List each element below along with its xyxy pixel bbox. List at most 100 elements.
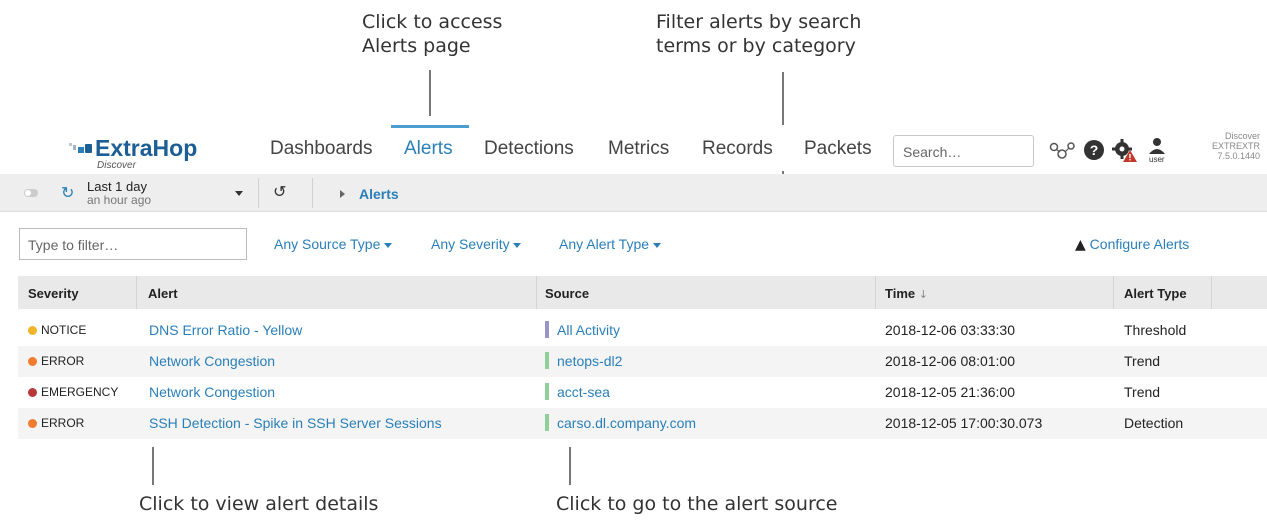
time-range-dropdown-icon[interactable] [235,191,243,196]
source-link[interactable]: carso.dl.company.com [557,415,696,431]
severity-cell: ERROR [28,354,84,368]
col-time-label: Time [885,286,916,301]
source-link[interactable]: All Activity [557,322,620,338]
col-alert[interactable]: Alert [148,286,178,301]
col-divider [1211,276,1212,309]
time-cell: 2018-12-06 08:01:00 [885,353,1015,369]
user-label: user [1149,155,1165,164]
col-time[interactable]: Time ↓ [885,286,928,301]
nav-alerts-active-indicator [391,125,469,128]
settings-gear-icon[interactable] [1110,137,1138,168]
col-divider [1113,276,1114,309]
severity-cell: EMERGENCY [28,385,118,399]
alert-type-filter[interactable]: Any Alert Type [559,236,661,252]
appliance-line1: Discover [1224,131,1260,141]
logo-mark-icon [69,141,93,162]
alert-type-filter-label: Any Alert Type [559,236,650,252]
chevron-down-icon [652,242,661,248]
time-cell: 2018-12-05 21:36:00 [885,384,1015,400]
breadcrumb-alerts[interactable]: Alerts [359,186,399,202]
callout-details-connector [152,447,154,485]
brand-logo[interactable]: ExtraHop Discover [65,135,215,171]
col-source[interactable]: Source [545,286,589,301]
source-link[interactable]: acct-sea [557,384,610,400]
source-color-marker [545,383,549,400]
callout-filter: Filter alerts by search terms or by cate… [656,10,861,58]
type-to-filter-input[interactable]: Type to filter… [19,228,247,260]
brand-name: ExtraHop [95,135,198,161]
nav-metrics[interactable]: Metrics [608,138,669,160]
alert-name-link[interactable]: Network Congestion [149,353,275,369]
nav-records[interactable]: Records [702,138,773,160]
warning-icon: ▲ [1075,237,1086,253]
refresh-icon[interactable]: ↻ [61,183,74,202]
callout-alerts-page: Click to access Alerts page [362,10,502,58]
time-cell: 2018-12-05 17:00:30.073 [885,415,1043,431]
callout-source-connector [569,447,571,485]
alert-type-cell: Threshold [1124,322,1187,338]
severity-label: EMERGENCY [41,385,119,399]
help-icon[interactable]: ? [1084,140,1104,160]
toolbar-divider [258,178,259,208]
callout-alerts-page-line2: Alerts page [362,35,471,57]
brand-sub: Discover [97,160,136,171]
nav-packets[interactable]: Packets [804,138,872,160]
callout-filter-line2: terms or by category [656,35,856,57]
severity-dot-icon [28,419,37,429]
severity-label: ERROR [41,416,85,430]
time-cell: 2018-12-06 03:33:30 [885,322,1015,338]
severity-cell: NOTICE [28,323,86,337]
callout-go-source: Click to go to the alert source [556,493,838,515]
callout-view-details: Click to view alert details [139,493,379,515]
source-color-marker [545,352,549,369]
severity-label: ERROR [41,354,85,368]
severity-cell: ERROR [28,416,84,430]
configure-alerts-link[interactable]: ▲ Configure Alerts [1075,236,1189,253]
nav-dashboards[interactable]: Dashboards [270,138,372,160]
severity-filter[interactable]: Any Severity [431,236,522,252]
severity-dot-icon [28,326,37,336]
chevron-down-icon [513,242,522,248]
sort-desc-icon: ↓ [918,288,928,301]
callout-alerts-connector [429,70,431,116]
callout-alerts-page-line1: Click to access [362,11,503,33]
alert-name-link[interactable]: DNS Error Ratio - Yellow [149,322,302,338]
configure-alerts-label: Configure Alerts [1089,236,1190,252]
col-alert-type[interactable]: Alert Type [1124,286,1187,301]
nav-detections[interactable]: Detections [484,138,574,160]
history-icon[interactable]: ↺ [273,182,286,201]
appliance-info: Discover EXTREXTR 7.5.0.1440 [1200,131,1260,161]
breadcrumb-caret-icon [340,190,345,198]
time-range-label[interactable]: Last 1 day [87,179,147,194]
source-link[interactable]: netops-dl2 [557,353,622,369]
appliance-line2: EXTREXTR [1211,141,1260,151]
global-search-input[interactable]: Search… [893,135,1034,167]
nav-alerts[interactable]: Alerts [404,138,453,160]
chevron-down-icon [384,242,393,248]
col-divider [136,276,137,309]
severity-dot-icon [28,357,37,367]
col-divider [875,276,876,309]
source-type-filter-label: Any Source Type [274,236,381,252]
severity-label: NOTICE [41,323,87,337]
col-divider [536,276,537,309]
source-color-marker [545,321,549,338]
time-toolbar [0,174,1267,212]
network-icon[interactable] [1049,141,1075,166]
source-type-filter[interactable]: Any Source Type [274,236,393,252]
callout-filter-line1: Filter alerts by search [656,11,862,33]
alert-name-link[interactable]: SSH Detection - Spike in SSH Server Sess… [149,415,442,431]
col-severity[interactable]: Severity [28,286,79,301]
severity-dot-icon [28,388,37,398]
alert-type-cell: Trend [1124,384,1161,400]
appliance-line3: 7.5.0.1440 [1217,151,1260,161]
toolbar-divider-2 [312,178,313,208]
alert-type-cell: Trend [1124,353,1161,369]
toggle-icon[interactable] [24,189,38,197]
source-color-marker [545,414,549,431]
severity-filter-label: Any Severity [431,236,510,252]
alert-name-link[interactable]: Network Congestion [149,384,275,400]
alert-type-cell: Detection [1124,415,1184,431]
table-header [18,276,1267,309]
time-range-sub: an hour ago [87,193,152,207]
